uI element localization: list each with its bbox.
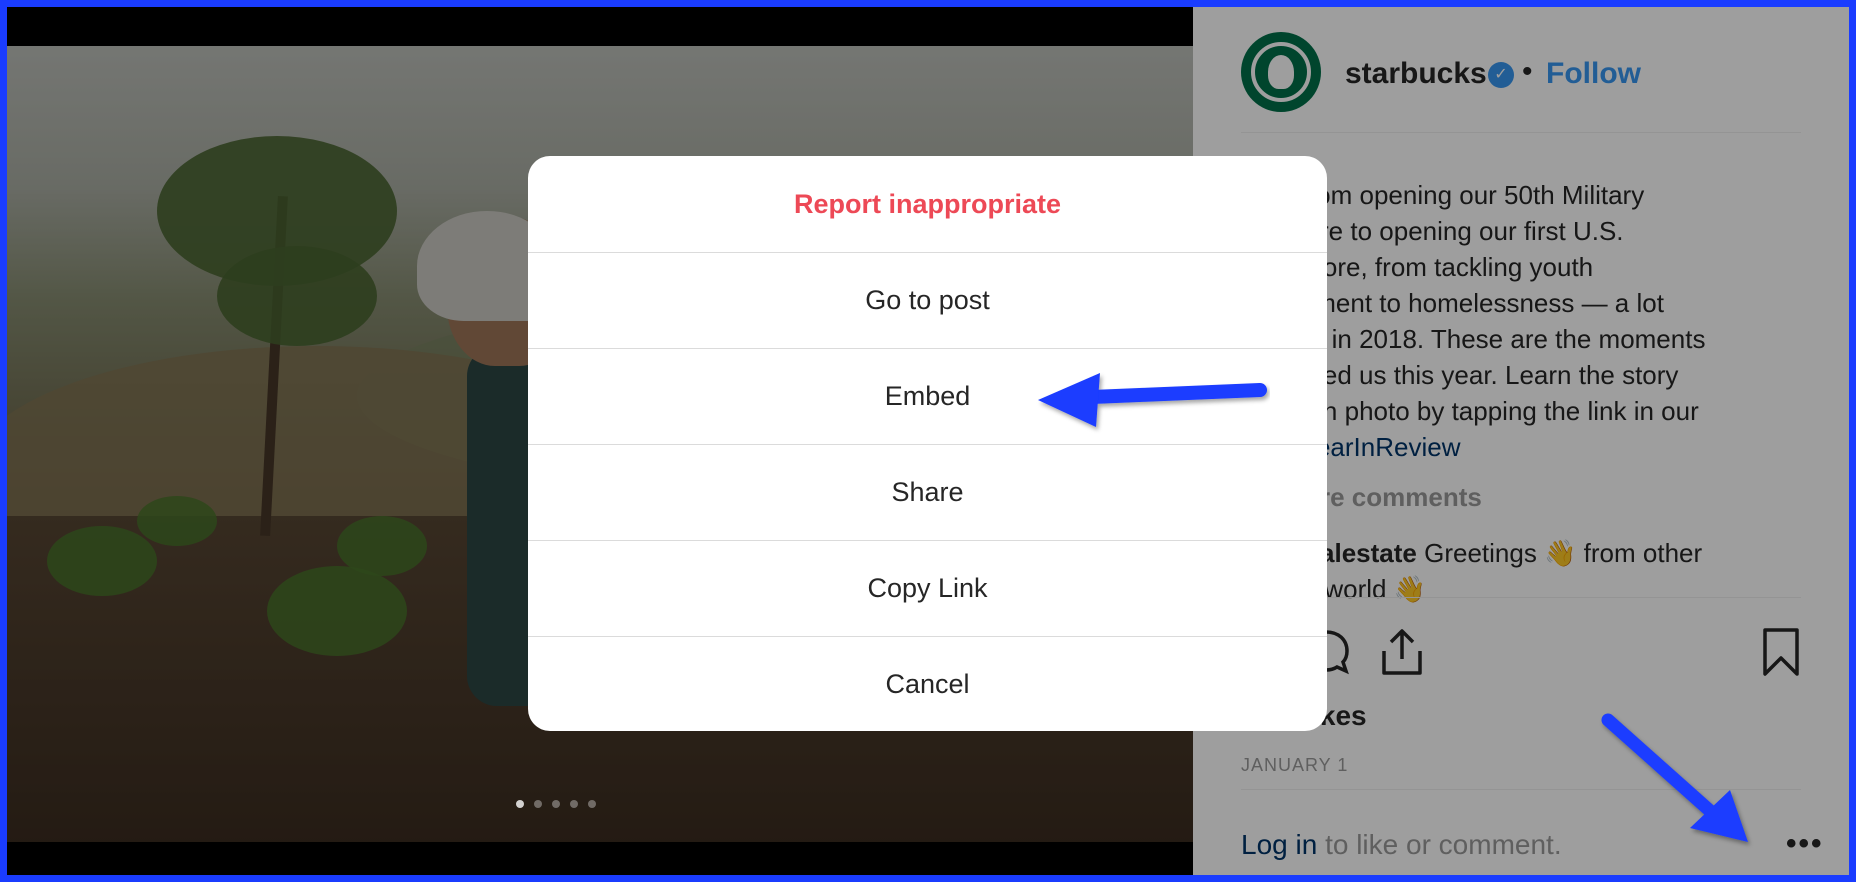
photo-letterbox-top: [7, 7, 1193, 46]
cancel-button[interactable]: Cancel: [528, 636, 1327, 731]
carousel-dot[interactable]: [552, 800, 560, 808]
annotation-arrow-icon: [1601, 713, 1748, 842]
carousel-dot[interactable]: [534, 800, 542, 808]
carousel-dot[interactable]: [588, 800, 596, 808]
report-inappropriate-button[interactable]: Report inappropriate: [528, 156, 1327, 252]
copy-link-button[interactable]: Copy Link: [528, 540, 1327, 636]
annotation-arrow-icon: [1038, 373, 1267, 427]
share-button[interactable]: Share: [528, 444, 1327, 540]
photo-letterbox-bottom: [7, 842, 1193, 875]
carousel-dots: [516, 800, 596, 808]
go-to-post-button[interactable]: Go to post: [528, 252, 1327, 348]
carousel-dot[interactable]: [570, 800, 578, 808]
carousel-dot[interactable]: [516, 800, 524, 808]
post-options-dialog: Report inappropriate Go to post Embed Sh…: [528, 156, 1327, 731]
